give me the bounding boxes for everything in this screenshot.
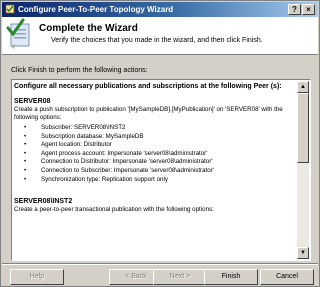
option-item: Subscription database: MySampleDB <box>24 133 296 142</box>
wizard-checklist-icon <box>6 18 30 49</box>
wizard-window: Configure Peer-To-Peer Topology Wizard ?… <box>0 0 320 287</box>
help-button[interactable]: Help <box>10 269 64 285</box>
instruction-label: Click Finish to perform the following ac… <box>11 67 148 74</box>
vertical-scrollbar[interactable]: ▲ ▼ <box>297 81 309 259</box>
finish-button[interactable]: Finish <box>204 269 258 285</box>
cancel-button[interactable]: Cancel <box>260 269 314 285</box>
wizard-app-icon <box>5 4 15 14</box>
summary-textbox[interactable]: Configure all necessary publications and… <box>11 79 311 261</box>
option-item: Agent location: Distributor <box>24 141 296 150</box>
option-item: Subscriber: SERVER08\INST2 <box>24 124 296 133</box>
option-list: Subscriber: SERVER08\INST2 Subscription … <box>14 124 296 184</box>
title-bar[interactable]: Configure Peer-To-Peer Topology Wizard ?… <box>2 2 318 17</box>
summary-content: Configure all necessary publications and… <box>14 82 296 260</box>
scroll-down-icon[interactable]: ▼ <box>297 247 309 259</box>
window-title: Configure Peer-To-Peer Topology Wizard <box>18 5 174 14</box>
server-description: Create a peer-to-peer transactional publ… <box>14 206 214 214</box>
help-title-button[interactable]: ? <box>288 4 301 15</box>
server-name: SERVER08 <box>14 98 51 105</box>
server-name: SERVER08\INST2 <box>14 198 73 206</box>
option-item: Connection to Distributor: Impersonate '… <box>24 158 296 167</box>
page-title: Complete the Wizard <box>39 23 138 34</box>
footer-divider <box>2 263 318 265</box>
option-item: Connection to Subscriber: Impersonate 's… <box>24 167 296 176</box>
scroll-thumb[interactable] <box>297 93 309 163</box>
page-subtitle: Verify the choices that you made in the … <box>51 37 263 44</box>
next-button[interactable]: Next > <box>153 269 207 285</box>
scroll-up-icon[interactable]: ▲ <box>297 81 309 93</box>
wizard-header: Complete the Wizard Verify the choices t… <box>2 17 318 55</box>
summary-heading: Configure all necessary publications and… <box>14 83 282 90</box>
server-description: Create a push subscription to publicatio… <box>14 106 283 121</box>
close-button[interactable]: × <box>302 4 315 15</box>
option-item: Synchronization type: Replication suppor… <box>24 176 296 185</box>
option-item: Agent process account: Impersonate 'serv… <box>24 150 296 159</box>
